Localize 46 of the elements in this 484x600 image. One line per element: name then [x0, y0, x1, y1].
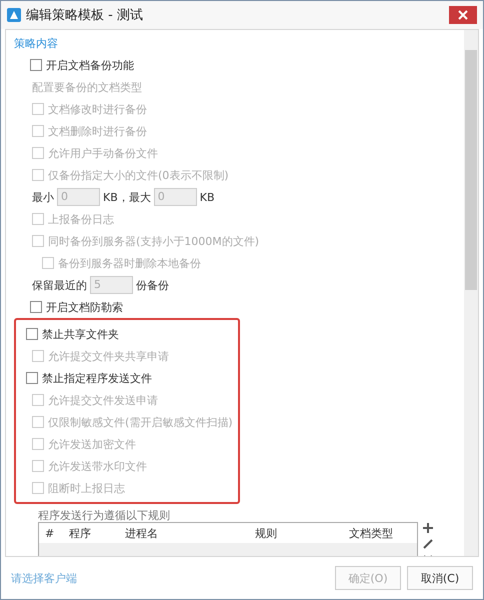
input-field[interactable]: 0 [154, 188, 197, 206]
column-header: # [44, 526, 56, 540]
checkbox-label: 阻断时上报日志 [48, 480, 125, 496]
app-logo-icon [7, 8, 21, 22]
section-title: 策略内容 [14, 36, 59, 52]
field-label: KB，最大 [103, 190, 151, 204]
checkbox[interactable] [26, 372, 38, 384]
checkbox-label: 禁止指定程序发送文件 [42, 370, 152, 386]
close-button[interactable] [449, 6, 477, 24]
checkbox-label: 仅限制敏感文件(需开启敏感文件扫描) [48, 414, 233, 430]
table-caption: 程序发送行为遵循以下规则 [37, 508, 171, 522]
checkbox[interactable] [26, 328, 38, 340]
checkbox-label: 仅备份指定大小的文件(0表示不限制) [48, 168, 229, 182]
checkbox-label: 开启文档防勒索 [46, 300, 123, 314]
field-label: 份备份 [136, 278, 169, 292]
column-header: 文档类型 [348, 526, 394, 540]
cancel-button[interactable]: 取消(C) [407, 566, 473, 590]
input-field[interactable]: 5 [90, 276, 133, 294]
checkbox-label: 允许提交文件发送申请 [48, 392, 158, 408]
field-label: 最小 [32, 190, 54, 204]
column-header: 程序 [68, 526, 92, 540]
column-header: 规则 [254, 526, 278, 540]
option-label: 配置要备份的文档类型 [32, 80, 142, 94]
scrollbar[interactable] [464, 30, 478, 556]
close-icon [458, 10, 468, 20]
checkbox-label: 文档修改时进行备份 [48, 102, 147, 116]
pencil-icon[interactable] [422, 538, 434, 550]
checkbox-label: 禁止共享文件夹 [42, 326, 119, 342]
checkbox-label: 允许发送带水印文件 [48, 458, 147, 474]
field-label: KB [200, 190, 215, 204]
checkbox-label: 同时备份到服务器(支持小于1000M的文件) [48, 234, 260, 248]
checkbox-label: 允许提交文件夹共享申请 [48, 348, 169, 364]
checkbox-label: 上报备份日志 [48, 212, 114, 226]
window-title: 编辑策略模板 - 测试 [26, 7, 144, 24]
checkbox-label: 允许发送加密文件 [48, 436, 136, 452]
checkbox-label: 开启文档备份功能 [46, 58, 134, 72]
client-link[interactable]: 请选择客户端 [11, 570, 77, 586]
checkbox-label: 文档删除时进行备份 [48, 124, 147, 138]
checkbox[interactable] [30, 59, 42, 71]
input-field[interactable]: 0 [57, 188, 100, 206]
add-icon[interactable] [422, 522, 434, 534]
checkbox-label: 允许用户手动备份文件 [48, 146, 158, 160]
checkbox-label: 备份到服务器时删除本地备份 [58, 256, 201, 270]
field-label: 保留最近的 [32, 278, 87, 292]
checkbox[interactable] [30, 301, 42, 313]
column-header: 进程名 [124, 526, 159, 540]
